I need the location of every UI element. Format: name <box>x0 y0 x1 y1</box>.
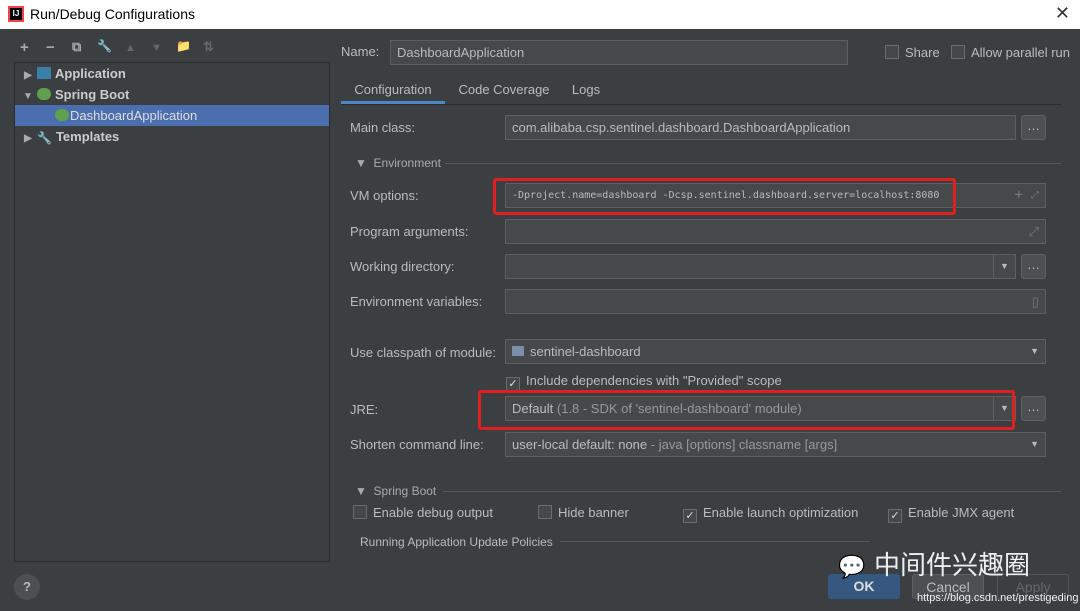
spring-boot-icon <box>55 109 69 121</box>
expand-icon[interactable]: ⤢ <box>1031 184 1039 207</box>
expand-arrow-icon[interactable]: ▶ <box>19 128 37 149</box>
collapse-arrow-icon[interactable]: ▼ <box>19 86 37 107</box>
name-input[interactable]: DashboardApplication <box>390 40 848 65</box>
environment-variables-label: Environment variables: <box>350 294 483 309</box>
dropdown-arrow-icon[interactable]: ▼ <box>1030 340 1039 363</box>
jre-label: JRE: <box>350 402 379 417</box>
tab-configuration[interactable]: Configuration <box>341 78 445 104</box>
allow-parallel-checkbox[interactable]: Allow parallel run <box>951 45 1070 61</box>
share-checkbox[interactable]: Share <box>885 45 940 61</box>
section-divider <box>445 163 1061 164</box>
name-label: Name: <box>341 44 380 59</box>
main-class-input[interactable]: com.alibaba.csp.sentinel.dashboard.Dashb… <box>505 115 1016 140</box>
remove-icon[interactable]: − <box>46 39 55 56</box>
tree-item-spring-boot[interactable]: ▼ Spring Boot <box>15 84 329 105</box>
intellij-icon: IJ <box>8 6 24 22</box>
tree-item-application[interactable]: ▶ Application <box>15 63 329 84</box>
watermark-url: https://blog.csdn.net/prestigeding <box>917 592 1079 604</box>
section-divider <box>443 491 1061 492</box>
browse-jre-button[interactable]: … <box>1021 396 1046 421</box>
environment-section[interactable]: ▼ Environment <box>355 156 441 170</box>
tab-code-coverage[interactable]: Code Coverage <box>455 78 553 104</box>
browse-main-class-button[interactable]: … <box>1021 115 1046 140</box>
main-class-label: Main class: <box>350 120 416 135</box>
spring-boot-section[interactable]: ▼ Spring Boot <box>355 484 436 498</box>
update-policies-heading: Running Application Update Policies <box>360 535 553 549</box>
tab-divider <box>341 104 1061 105</box>
wrench-icon: 🔧 <box>37 131 52 145</box>
module-icon <box>512 346 524 356</box>
environment-variables-input[interactable]: ▯ <box>505 289 1046 314</box>
config-tree: ▶ Application ▼ Spring Boot DashboardAppli… <box>14 62 330 562</box>
program-arguments-label: Program arguments: <box>350 224 469 239</box>
program-arguments-input[interactable]: ⤢ <box>505 219 1046 244</box>
dropdown-arrow-icon[interactable]: ▼ <box>993 255 1015 278</box>
sort-icon[interactable]: ⇅ <box>203 39 214 55</box>
working-directory-label: Working directory: <box>350 259 455 274</box>
include-dependencies-checkbox[interactable]: ✓ Include dependencies with "Provided" sc… <box>506 373 782 391</box>
add-icon[interactable]: + <box>20 39 29 56</box>
classpath-module-label: Use classpath of module: <box>350 345 496 360</box>
hide-banner-checkbox[interactable]: Hide banner <box>538 505 629 521</box>
classpath-module-select[interactable]: sentinel-dashboard ▼ <box>505 339 1046 364</box>
application-icon <box>37 67 51 79</box>
enable-debug-output-checkbox[interactable]: Enable debug output <box>353 505 493 521</box>
highlight-box <box>493 178 956 215</box>
highlight-box <box>478 390 1015 430</box>
help-button[interactable]: ? <box>14 574 40 600</box>
move-up-icon[interactable]: ▲ <box>125 42 136 54</box>
working-directory-input[interactable]: ▼ <box>505 254 1016 279</box>
folder-add-icon[interactable]: 📁 <box>176 39 191 53</box>
close-button[interactable]: ✕ <box>1055 3 1070 24</box>
copy-icon[interactable]: ⧉ <box>72 39 81 55</box>
wechat-icon: 💬 <box>838 554 866 579</box>
tab-logs[interactable]: Logs <box>565 78 607 104</box>
wrench-icon[interactable]: 🔧 <box>97 39 112 53</box>
add-icon[interactable]: + <box>1015 184 1023 207</box>
tree-item-templates[interactable]: ▶ 🔧 Templates <box>15 126 329 147</box>
title-bar: IJ Run/Debug Configurations ✕ <box>0 0 1080 29</box>
edit-env-icon[interactable]: ▯ <box>1032 290 1039 313</box>
watermark: 💬 中间件兴趣圈 <box>838 550 1031 580</box>
window-title: Run/Debug Configurations <box>30 6 195 22</box>
spring-boot-icon <box>37 88 51 100</box>
expand-arrow-icon[interactable]: ▶ <box>19 65 37 86</box>
tree-item-dashboard-application[interactable]: DashboardApplication <box>15 105 329 126</box>
shorten-command-line-label: Shorten command line: <box>350 437 484 452</box>
browse-working-directory-button[interactable]: … <box>1021 254 1046 279</box>
move-down-icon[interactable]: ▼ <box>151 42 162 54</box>
vm-options-label: VM options: <box>350 188 419 203</box>
enable-launch-optimization-checkbox[interactable]: ✓ Enable launch optimization <box>683 505 858 523</box>
expand-icon[interactable]: ⤢ <box>1029 220 1039 243</box>
shorten-command-line-select[interactable]: user-local default: none - java [options… <box>505 432 1046 457</box>
dropdown-arrow-icon[interactable]: ▼ <box>1030 433 1039 456</box>
enable-jmx-agent-checkbox[interactable]: ✓ Enable JMX agent <box>888 505 1014 523</box>
section-divider <box>560 541 870 542</box>
